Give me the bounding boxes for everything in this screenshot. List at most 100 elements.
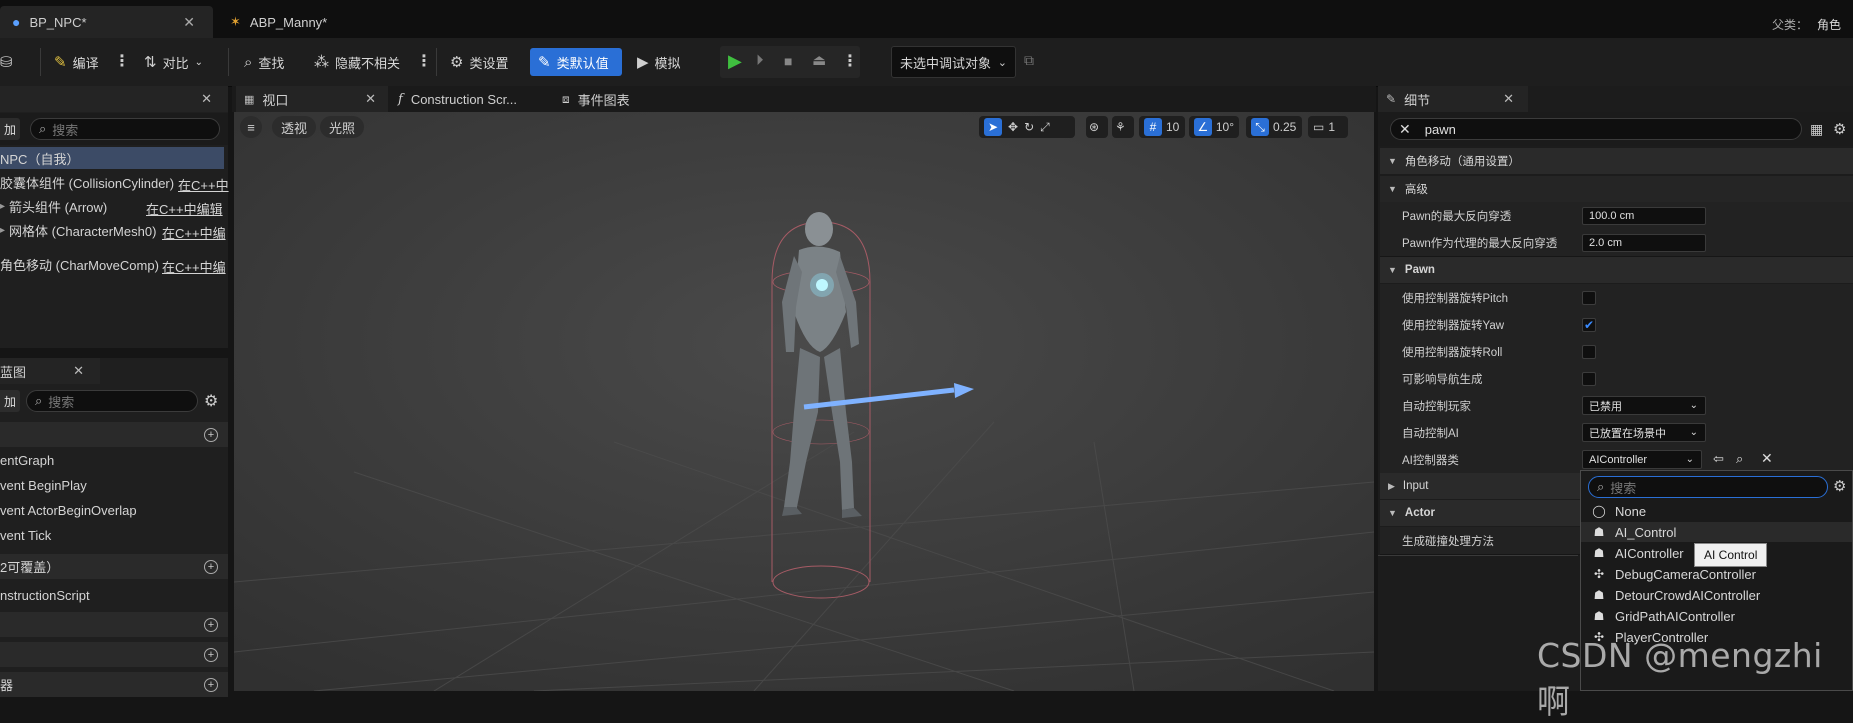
add-icon[interactable]: + bbox=[204, 427, 218, 442]
auto-possess-ai-dropdown[interactable]: 已放置在场景中 ⌄ bbox=[1582, 423, 1706, 442]
class-option-aicontroller[interactable]: ☗ AIController bbox=[1593, 543, 1684, 563]
my-blueprint-tab[interactable]: 蓝图 ✕ bbox=[0, 358, 100, 384]
class-option-debug-camera[interactable]: ✣ DebugCameraController bbox=[1593, 564, 1756, 584]
scale-snap-button[interactable]: ⤡ 0.25 bbox=[1246, 116, 1302, 138]
compile-options-icon[interactable]: ⋮ bbox=[114, 51, 130, 71]
tab-viewport[interactable]: ▦ 视口 ✕ bbox=[236, 86, 388, 112]
gear-icon[interactable]: ⚙ bbox=[1833, 120, 1846, 138]
hide-unrelated-button[interactable]: ⁂ 隐藏不相关 bbox=[314, 48, 400, 76]
details-tab[interactable]: ✎ 细节 ✕ bbox=[1378, 86, 1528, 112]
category-character-movement[interactable]: ▼ 角色移动（通用设置） bbox=[1380, 148, 1853, 174]
close-icon[interactable]: ✕ bbox=[73, 363, 84, 379]
add-icon[interactable]: + bbox=[204, 617, 218, 632]
diff-button[interactable]: ⇅ 对比 ⌄ bbox=[144, 48, 203, 76]
my-blueprint-search-input[interactable]: ⌕ 搜索 bbox=[26, 390, 198, 412]
play-options-icon[interactable]: ⋮ bbox=[842, 51, 858, 71]
clear-search-icon[interactable]: ✕ bbox=[1399, 121, 1411, 138]
class-option-detour-crowd[interactable]: ☗ DetourCrowdAIController bbox=[1593, 585, 1761, 605]
lit-mode-button[interactable]: 光照 bbox=[320, 116, 365, 138]
perspective-button[interactable]: 透视 bbox=[272, 116, 317, 138]
list-item[interactable]: vent Tick bbox=[0, 523, 228, 548]
add-icon[interactable]: + bbox=[204, 559, 218, 574]
surface-snap-button[interactable]: ⚘ bbox=[1112, 116, 1134, 138]
details-search-input[interactable]: ✕ pawn bbox=[1390, 118, 1802, 140]
component-row-self[interactable]: NPC（自我） bbox=[0, 147, 224, 169]
rotation-snap-button[interactable]: ∠ 10° bbox=[1189, 116, 1239, 138]
list-item[interactable]: vent ActorBeginOverlap bbox=[0, 498, 228, 523]
category-pawn[interactable]: ▼ Pawn bbox=[1380, 257, 1853, 283]
use-yaw-checkbox[interactable]: ✔ bbox=[1582, 317, 1596, 332]
coordinate-space-button[interactable]: ⊛ bbox=[1086, 116, 1108, 138]
edit-in-cpp-link[interactable]: 在C++中编 bbox=[162, 257, 226, 276]
browse-asset-icon[interactable]: ⌕ bbox=[1736, 451, 1743, 467]
use-pitch-checkbox[interactable] bbox=[1582, 290, 1596, 305]
gear-icon[interactable]: ⚙ bbox=[1833, 477, 1846, 495]
dispatchers-section-header[interactable]: 器 + bbox=[0, 672, 228, 697]
class-picker-search-input[interactable]: ⌕ 搜索 bbox=[1588, 476, 1828, 498]
debug-target-dropdown[interactable]: 未选中调试对象 ⌄ bbox=[891, 46, 1016, 78]
close-icon[interactable]: ✕ bbox=[1503, 91, 1514, 107]
translate-tool-icon[interactable]: ✥ bbox=[1008, 120, 1018, 134]
hide-options-icon[interactable]: ⋮ bbox=[416, 51, 432, 71]
compile-button[interactable]: ✎ 编译 bbox=[54, 48, 99, 76]
ai-controller-class-dropdown[interactable]: AIController ⌄ bbox=[1582, 450, 1702, 469]
viewport-options-button[interactable]: ≡ bbox=[240, 116, 262, 138]
add-component-button[interactable]: 加 bbox=[0, 118, 20, 140]
parent-class-value[interactable]: 角色 bbox=[1817, 16, 1841, 33]
prop-auto-possess-player: 自动控制玩家 已禁用 ⌄ bbox=[1380, 392, 1853, 420]
edit-in-cpp-link[interactable]: 在C++中编 bbox=[162, 223, 226, 242]
affect-nav-checkbox[interactable] bbox=[1582, 371, 1596, 386]
gear-icon[interactable]: ⚙ bbox=[204, 391, 218, 411]
class-option-grid-path[interactable]: ☗ GridPathAIController bbox=[1593, 606, 1735, 626]
max-depenetration-input[interactable]: 100.0 cm bbox=[1582, 206, 1706, 225]
max-depenetration-proxy-input[interactable]: 2.0 cm bbox=[1582, 233, 1706, 252]
debug-filter-icon[interactable]: ⧉ bbox=[1024, 52, 1034, 69]
close-icon[interactable]: ✕ bbox=[201, 91, 212, 107]
components-tab[interactable]: ✕ bbox=[0, 86, 228, 112]
clear-icon[interactable]: ✕ bbox=[1761, 450, 1773, 467]
edit-in-cpp-link[interactable]: 在C++中 bbox=[178, 175, 229, 194]
use-selected-icon[interactable]: ⇦ bbox=[1713, 451, 1724, 467]
doc-tab-abp-manny[interactable]: ✶ ABP_Manny* bbox=[222, 6, 372, 38]
table-view-icon[interactable]: ▦ bbox=[1810, 121, 1823, 138]
list-item[interactable]: nstructionScript bbox=[0, 583, 228, 608]
stop-icon[interactable]: ■ bbox=[784, 53, 792, 69]
camera-speed-button[interactable]: ▭ 1 bbox=[1308, 116, 1348, 138]
list-item[interactable]: entGraph bbox=[0, 448, 228, 473]
close-icon[interactable]: ✕ bbox=[365, 91, 376, 107]
eject-icon[interactable]: ⏏ bbox=[812, 51, 826, 69]
list-item[interactable]: vent BeginPlay bbox=[0, 473, 228, 498]
variables-section-header[interactable]: + bbox=[0, 642, 228, 667]
close-icon[interactable]: ✕ bbox=[183, 14, 195, 31]
class-option-ai-control[interactable]: ☗ AI_Control bbox=[1581, 522, 1852, 542]
components-search-input[interactable]: ⌕ 搜索 bbox=[30, 118, 220, 140]
class-settings-button[interactable]: ⚙ 类设置 bbox=[450, 48, 508, 76]
category-advanced[interactable]: ▼ 高级 bbox=[1380, 176, 1853, 202]
step-icon[interactable]: ⏵ bbox=[756, 52, 764, 69]
grid-snap-button[interactable]: # 10 bbox=[1139, 116, 1185, 138]
select-tool-icon[interactable]: ➤ bbox=[984, 118, 1002, 136]
macros-section-header[interactable]: + bbox=[0, 612, 228, 637]
class-option-none[interactable]: ◯ None bbox=[1592, 501, 1646, 521]
class-defaults-icon: ✎ bbox=[538, 54, 551, 71]
add-icon[interactable]: + bbox=[204, 677, 218, 692]
edit-in-cpp-link[interactable]: 在C++中编辑 bbox=[146, 199, 223, 218]
tab-event-graph[interactable]: ⧈ 事件图表 bbox=[562, 86, 630, 112]
class-defaults-button[interactable]: ✎ 类默认值 bbox=[530, 48, 622, 76]
use-roll-checkbox[interactable] bbox=[1582, 344, 1596, 359]
viewport[interactable]: ≡ 透视 光照 ➤ ✥ ↻ ⤢ ⊛ ⚘ # 10 ∠ 10° ⤡ 0.25 ▭ … bbox=[234, 112, 1374, 691]
search-placeholder: 搜索 bbox=[48, 394, 75, 410]
find-button[interactable]: ⌕ 查找 bbox=[244, 48, 284, 76]
play-icon[interactable]: ▶ bbox=[728, 51, 742, 72]
auto-possess-player-dropdown[interactable]: 已禁用 ⌄ bbox=[1582, 396, 1706, 415]
simulate-button[interactable]: ▶ 模拟 bbox=[637, 48, 681, 76]
tab-construction-script[interactable]: f Construction Scr... bbox=[398, 86, 517, 112]
functions-section-header[interactable]: 2可覆盖） + bbox=[0, 554, 228, 579]
add-member-button[interactable]: 加 bbox=[0, 390, 20, 412]
add-icon[interactable]: + bbox=[204, 647, 218, 662]
graphs-section-header[interactable]: + bbox=[0, 422, 228, 447]
rotate-tool-icon[interactable]: ↻ bbox=[1024, 120, 1034, 134]
save-button[interactable]: ⛁ bbox=[0, 48, 13, 76]
doc-tab-bp-npc[interactable]: ● BP_NPC* ✕ bbox=[0, 6, 213, 38]
scale-tool-icon[interactable]: ⤢ bbox=[1040, 120, 1050, 135]
